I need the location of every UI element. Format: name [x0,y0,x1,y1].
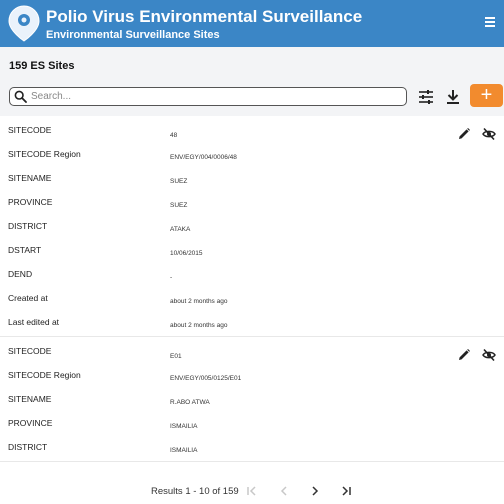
field-row: PROVINCE SUEZ [0,192,504,216]
field-label: DISTRICT [8,221,48,231]
chevron-right-icon[interactable] [308,484,322,498]
chevron-left-icon[interactable] [277,484,291,498]
field-label: SITECODE Region [8,370,81,380]
field-row: SITECODE Region ENV/EGY/005/0125/E01 [0,365,504,389]
app-root: Polio Virus Environmental Surveillance E… [0,0,504,504]
field-row: SITECODE Region ENV/EGY/004/0006/48 [0,144,504,168]
field-label: DEND [8,269,33,279]
site-record: SITECODE E01 SITECODE Region ENV/EGY/005/01… [0,337,504,462]
field-value: about 2 months ago [170,298,228,305]
field-row: Last edited at about 2 months ago [0,312,504,336]
field-label: PROVINCE [8,418,53,428]
field-value: SUEZ [170,178,188,185]
toolbar: 159 ES Sites + [0,47,504,116]
site-record: SITECODE 48 SITECODE Region ENV/EGY/004/000… [0,116,504,337]
map-pin-icon [8,5,40,42]
field-label: SITECODE [8,125,52,135]
field-label: Last edited at [8,317,60,327]
field-label: DISTRICT [8,442,48,452]
field-label: Created at [8,293,48,303]
field-label: SITECODE [8,346,52,356]
sites-list: SITECODE 48 SITECODE Region ENV/EGY/004/000… [0,116,504,468]
hamburger-menu-icon[interactable] [485,17,497,28]
app-header: Polio Virus Environmental Surveillance E… [0,0,504,47]
app-subtitle: Environmental Surveillance Sites [46,29,220,41]
field-label: SITENAME [8,394,52,404]
field-label: DSTART [8,245,42,255]
site-count: 159 ES Sites [9,60,75,72]
first-page-icon[interactable] [245,484,259,498]
field-row: DISTRICT ATAKA [0,216,504,240]
field-row: DISTRICT ISMAILIA [0,437,504,461]
download-icon[interactable] [443,87,463,107]
field-row: SITENAME R.ABO ATWA [0,389,504,413]
field-row: DEND - [0,264,504,288]
field-row: Created at about 2 months ago [0,288,504,312]
app-title: Polio Virus Environmental Surveillance [46,7,363,26]
add-site-button[interactable]: + [470,84,503,107]
field-row: SITENAME SUEZ [0,168,504,192]
field-row: PROVINCE ISMAILIA [0,413,504,437]
field-value: 10/06/2015 [170,250,203,257]
search-box[interactable] [9,87,407,106]
field-value: ENV/EGY/004/0006/48 [170,154,237,161]
last-page-icon[interactable] [339,484,353,498]
field-value: about 2 months ago [170,322,228,329]
field-value: E01 [170,353,182,360]
field-value: ISMAILIA [170,423,198,430]
results-count: Results 1 - 10 of 159 [151,486,239,497]
field-label: SITENAME [8,173,52,183]
search-icon [14,90,27,103]
field-label: PROVINCE [8,197,53,207]
field-row: SITECODE E01 [0,337,504,365]
field-value: 48 [170,132,178,139]
field-value: ENV/EGY/005/0125/E01 [170,375,242,382]
field-value: ISMAILIA [170,447,198,454]
field-value: ATAKA [170,226,191,233]
search-input[interactable] [31,89,391,104]
field-value: R.ABO ATWA [170,399,210,406]
field-value: - [170,274,173,281]
field-value: SUEZ [170,202,188,209]
field-row: DSTART 10/06/2015 [0,240,504,264]
tune-filter-icon[interactable] [416,87,436,107]
field-row: SITECODE 48 [0,116,504,144]
pagination: Results 1 - 10 of 159 [0,478,504,504]
field-label: SITECODE Region [8,149,81,159]
